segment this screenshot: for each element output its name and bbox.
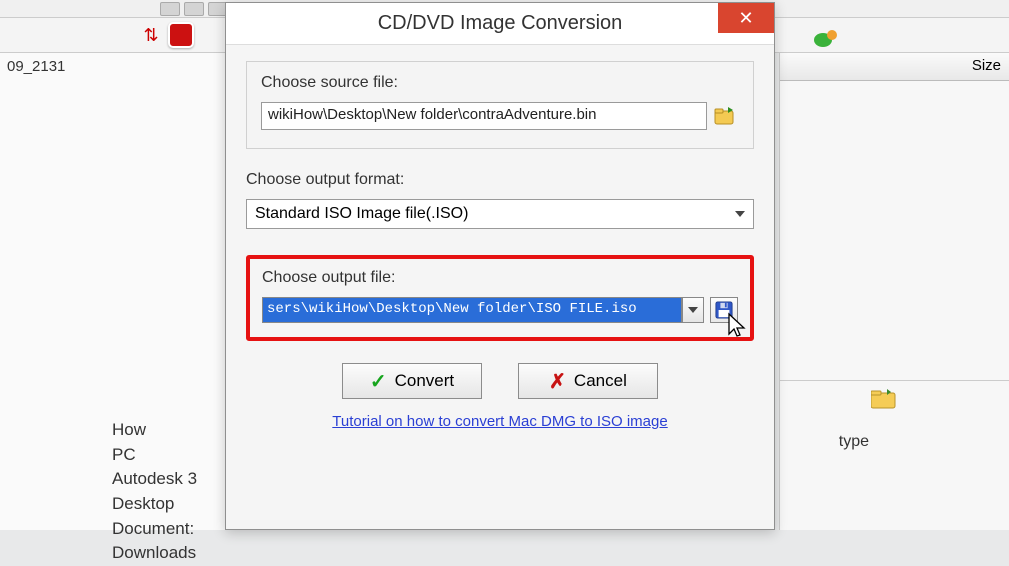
close-button[interactable]: ✕ [718, 3, 774, 33]
chevron-down-icon [688, 307, 698, 313]
sidebar-item[interactable]: PC [112, 443, 197, 468]
output-file-section: Choose output file: sers\wikiHow\Desktop… [246, 255, 754, 341]
cancel-button[interactable]: ✗ Cancel [518, 363, 658, 399]
column-header-type[interactable]: type [839, 433, 869, 451]
tutorial-link[interactable]: Tutorial on how to convert Mac DMG to IS… [332, 413, 667, 430]
output-format-section: Choose output format: Standard ISO Image… [246, 171, 754, 229]
output-path-dropdown-button[interactable] [682, 297, 704, 323]
toolbar-glyph [184, 2, 204, 16]
sidebar-item[interactable]: Document: [112, 517, 197, 542]
sidebar-item[interactable]: Desktop [112, 492, 197, 517]
convert-button-label: Convert [395, 371, 455, 391]
browse-source-button[interactable] [713, 104, 739, 128]
app-logo-icon [168, 22, 194, 48]
save-disk-icon [715, 301, 733, 319]
file-entry[interactable]: 09_2131 [0, 55, 229, 78]
dialog-titlebar[interactable]: CD/DVD Image Conversion ✕ [226, 3, 774, 45]
right-header-size[interactable]: Size [780, 53, 1009, 81]
output-format-select[interactable]: Standard ISO Image file(.ISO) [246, 199, 754, 229]
right-file-panel: Size type [779, 53, 1009, 530]
output-file-label: Choose output file: [262, 269, 738, 287]
left-file-panel: 09_2131 How PC Autodesk 3 Desktop Docume… [0, 53, 230, 530]
sidebar-item[interactable]: Autodesk 3 [112, 467, 197, 492]
x-icon: ✗ [549, 369, 566, 394]
source-file-group: Choose source file: wikiHow\Desktop\New … [246, 61, 754, 149]
status-glyph-icon [813, 28, 839, 52]
convert-button[interactable]: ✓ Convert [342, 363, 482, 399]
folder-open-icon [714, 105, 738, 127]
check-icon: ✓ [370, 369, 387, 394]
source-file-label: Choose source file: [261, 74, 739, 92]
tutorial-link-row: Tutorial on how to convert Mac DMG to IS… [246, 413, 754, 430]
dialog-body: Choose source file: wikiHow\Desktop\New … [226, 45, 774, 440]
conversion-dialog: CD/DVD Image Conversion ✕ Choose source … [225, 2, 775, 530]
source-file-input[interactable]: wikiHow\Desktop\New folder\contraAdventu… [261, 102, 707, 130]
panel-divider [780, 363, 1009, 381]
browse-output-button[interactable] [710, 297, 738, 323]
toolbar-glyph [160, 2, 180, 16]
output-format-label: Choose output format: [246, 171, 754, 189]
source-path-row: wikiHow\Desktop\New folder\contraAdventu… [261, 102, 739, 130]
nav-arrow-icon[interactable]: ⇅ [140, 24, 162, 46]
close-icon: ✕ [738, 8, 753, 29]
dialog-button-row: ✓ Convert ✗ Cancel [246, 363, 754, 399]
cancel-button-label: Cancel [574, 371, 627, 391]
sidebar-item[interactable]: Downloads [112, 541, 197, 566]
sidebar-item[interactable]: How [112, 418, 197, 443]
output-file-input[interactable]: sers\wikiHow\Desktop\New folder\ISO FILE… [262, 297, 682, 323]
output-file-row: sers\wikiHow\Desktop\New folder\ISO FILE… [262, 297, 738, 323]
output-format-value: Standard ISO Image file(.ISO) [255, 205, 468, 223]
chevron-down-icon [735, 211, 745, 217]
folder-nav-icon[interactable] [871, 389, 899, 409]
dialog-title: CD/DVD Image Conversion [378, 12, 623, 35]
sidebar-tree: How PC Autodesk 3 Desktop Document: Down… [112, 418, 197, 566]
